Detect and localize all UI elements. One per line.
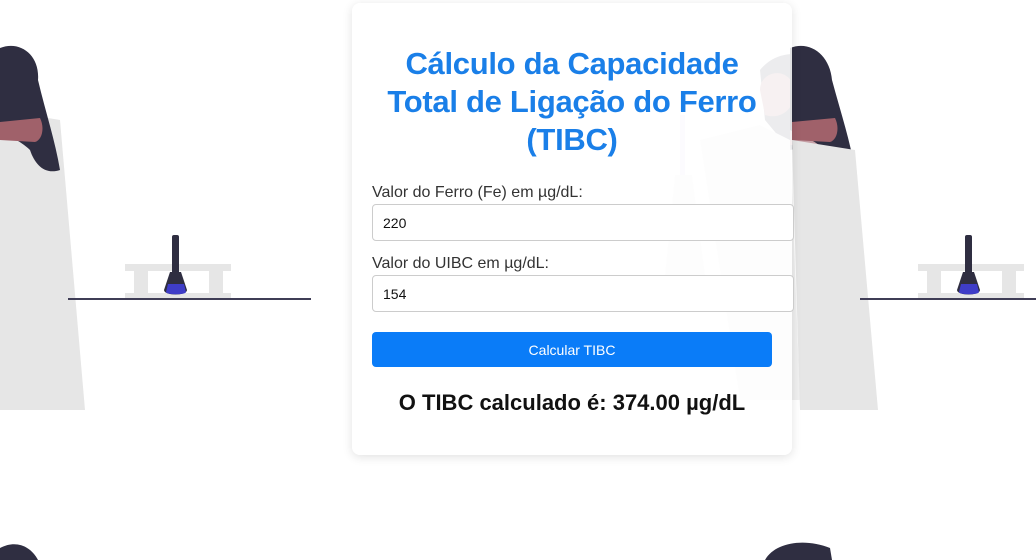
- tibc-calculator-card: Cálculo da Capacidade Total de Ligação d…: [352, 3, 794, 455]
- scientist-illustration-left: [0, 45, 85, 410]
- tibc-result: O TIBC calculado é: 374.00 µg/dL: [398, 390, 746, 415]
- calculate-tibc-button[interactable]: Calcular TIBC: [372, 332, 772, 367]
- uibc-label: Valor do UIBC em µg/dL:: [372, 255, 549, 272]
- page-title: Cálculo da Capacidade Total de Ligação d…: [387, 46, 757, 157]
- lab-bench-illustration-right: [860, 264, 1036, 300]
- fe-label: Valor do Ferro (Fe) em µg/dL:: [372, 184, 583, 201]
- lab-bench-illustration-left: [68, 264, 311, 300]
- scientist-illustration-bottom: [0, 542, 832, 560]
- uibc-input[interactable]: [372, 275, 794, 312]
- scientist-illustration-right: [790, 45, 878, 410]
- fe-input[interactable]: [372, 204, 794, 241]
